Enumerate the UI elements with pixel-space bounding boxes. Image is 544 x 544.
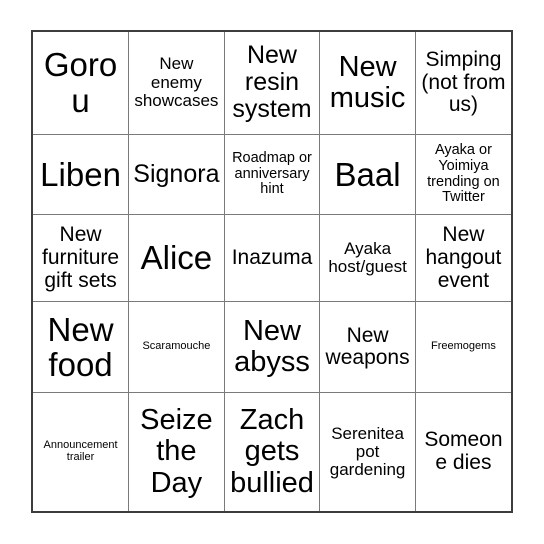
bingo-cell-0-1[interactable]: New enemy showcases [128, 32, 225, 135]
bingo-cell-3-2[interactable]: New abyss [223, 301, 321, 394]
bingo-cell-1-0[interactable]: Liben [33, 133, 130, 216]
bingo-row: Announcement trailer Seize the Day Zach … [33, 392, 511, 511]
bingo-cell-3-0[interactable]: New food [33, 301, 130, 394]
bingo-cell-2-4[interactable]: New hangout event [414, 214, 511, 303]
bingo-row: New furniture gift sets Alice Inazuma Ay… [33, 214, 511, 303]
bingo-cell-0-0[interactable]: Gorou [33, 32, 130, 135]
bingo-cell-1-4[interactable]: Ayaka or Yoimiya trending on Twitter [414, 133, 511, 216]
bingo-row: Liben Signora Roadmap or anniversary hin… [33, 133, 511, 216]
bingo-cell-4-0[interactable]: Announcement trailer [33, 392, 130, 511]
bingo-cell-3-3[interactable]: New weapons [319, 301, 416, 394]
bingo-cell-1-3[interactable]: Baal [319, 133, 416, 216]
bingo-cell-1-2[interactable]: Roadmap or anniversary hint [223, 133, 321, 216]
bingo-cell-3-1[interactable]: Scaramouche [128, 301, 225, 394]
bingo-cell-2-3[interactable]: Ayaka host/guest [319, 214, 416, 303]
bingo-cell-3-4[interactable]: Freemogems [414, 301, 511, 394]
bingo-cell-2-2[interactable]: Inazuma [223, 214, 321, 303]
bingo-cell-2-0[interactable]: New furniture gift sets [33, 214, 130, 303]
bingo-cell-4-1[interactable]: Seize the Day [128, 392, 225, 511]
bingo-cell-4-3[interactable]: Serenitea pot gardening [319, 392, 416, 511]
bingo-row: Gorou New enemy showcases New resin syst… [33, 32, 511, 135]
bingo-cell-0-2[interactable]: New resin system [223, 32, 321, 135]
bingo-row: New food Scaramouche New abyss New weapo… [33, 301, 511, 394]
bingo-cell-4-4[interactable]: Someone dies [414, 392, 511, 511]
bingo-cell-1-1[interactable]: Signora [128, 133, 225, 216]
bingo-cell-0-4[interactable]: Simping (not from us) [414, 32, 511, 135]
bingo-cell-2-1[interactable]: Alice [128, 214, 225, 303]
bingo-cell-4-2[interactable]: Zach gets bullied [223, 392, 321, 511]
bingo-card: Gorou New enemy showcases New resin syst… [31, 30, 513, 513]
bingo-grid: Gorou New enemy showcases New resin syst… [33, 32, 511, 511]
bingo-cell-0-3[interactable]: New music [319, 32, 416, 135]
